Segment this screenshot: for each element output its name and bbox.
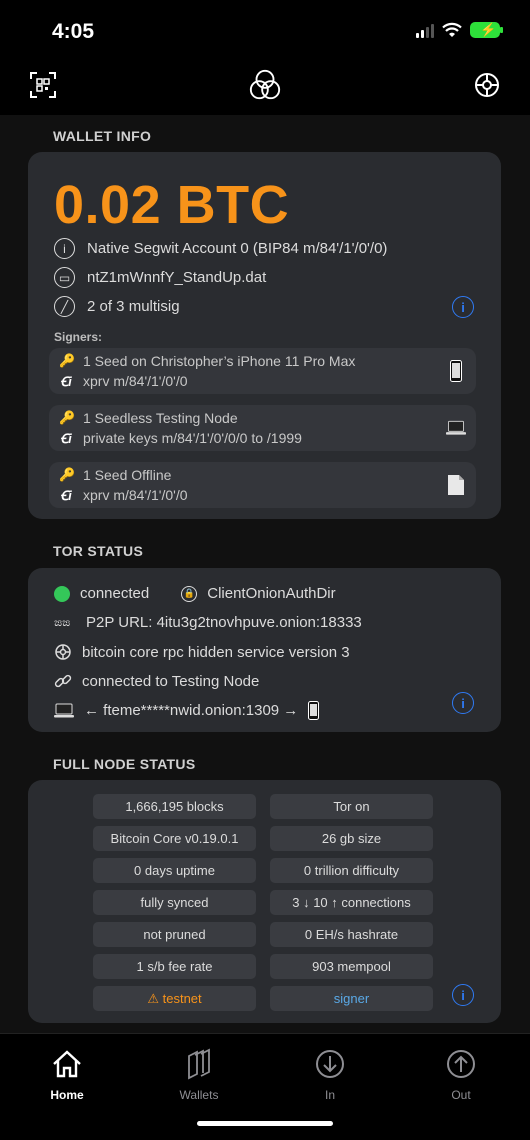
signer-detail: xprv m/84'/1'/0'/0 bbox=[83, 373, 188, 389]
p2p-url-row: ಙಙ P2P URL: 4itu3g2tnovhpuve.onion:18333 bbox=[54, 614, 362, 631]
key-icon: 🔑 bbox=[59, 467, 76, 482]
wallets-icon bbox=[159, 1046, 239, 1082]
tab-wallets[interactable]: Wallets bbox=[159, 1046, 239, 1102]
signal-icon bbox=[416, 22, 434, 38]
signature-icon: Ꞓi bbox=[60, 374, 72, 389]
tab-in[interactable]: In bbox=[290, 1046, 370, 1102]
tor-info-button[interactable]: i bbox=[452, 692, 474, 714]
account-label: Native Segwit Account 0 (BIP84 m/84'/1'/… bbox=[87, 240, 388, 257]
phone-icon bbox=[446, 359, 466, 383]
peers-icon: ಙಙ bbox=[54, 615, 71, 629]
connected-status-icon bbox=[54, 585, 70, 602]
tab-out[interactable]: Out bbox=[421, 1046, 501, 1102]
tab-label: Wallets bbox=[179, 1088, 219, 1102]
signer-detail: private keys m/84'/1'/0'/0/0 to /1999 bbox=[83, 430, 302, 446]
signature-icon: Ꞓi bbox=[60, 431, 72, 446]
top-nav bbox=[0, 60, 530, 115]
document-icon bbox=[446, 473, 466, 497]
node-stat-pill: 1 s/b fee rate bbox=[93, 954, 256, 979]
wifi-icon bbox=[442, 22, 462, 37]
tab-label: Home bbox=[50, 1088, 84, 1102]
connected-node-row: connected to Testing Node bbox=[54, 672, 259, 690]
connected-to: connected to Testing Node bbox=[82, 672, 260, 690]
p2p-url: P2P URL: 4itu3g2tnovhpuve.onion:18333 bbox=[86, 614, 362, 631]
qr-scan-icon[interactable] bbox=[26, 68, 60, 102]
app-logo-icon bbox=[248, 68, 282, 102]
full-node-status-card: i 1,666,195 blocks Bitcoin Core v0.19.0.1… bbox=[28, 780, 501, 1023]
tor-status-card: connected 🔒 ClientOnionAuthDir ಙಙ P2P UR… bbox=[28, 568, 501, 732]
signers-label: Signers: bbox=[54, 330, 103, 344]
folder-icon: ▭ bbox=[54, 267, 75, 288]
node-stat-pill: Bitcoin Core v0.19.0.1 bbox=[93, 826, 256, 851]
tab-home[interactable]: Home bbox=[27, 1046, 107, 1102]
node-stat-pill: 0 days uptime bbox=[93, 858, 256, 883]
tor-status-title: TOR STATUS bbox=[53, 543, 144, 559]
node-stat-pill: 0 trillion difficulty bbox=[270, 858, 433, 883]
node-stat-pill: 26 gb size bbox=[270, 826, 433, 851]
arrow-down-circle-icon bbox=[290, 1046, 370, 1082]
rpc-service: bitcoin core rpc hidden service version … bbox=[82, 643, 350, 661]
rpc-service-row: bitcoin core rpc hidden service version … bbox=[54, 643, 350, 661]
node-stat-pill: fully synced bbox=[93, 890, 256, 915]
tor-connection-row: connected 🔒 ClientOnionAuthDir bbox=[54, 585, 336, 602]
gear-icon bbox=[55, 644, 71, 660]
key-icon: 🔑 bbox=[59, 353, 76, 368]
laptop-icon bbox=[54, 703, 74, 718]
key-icon: 🔑 bbox=[59, 410, 76, 425]
home-indicator bbox=[197, 1121, 333, 1126]
multisig-label: 2 of 3 multisig bbox=[87, 298, 180, 315]
laptop-icon bbox=[446, 416, 466, 440]
multisig-row: ╱ 2 of 3 multisig bbox=[54, 296, 180, 317]
node-stat-pill: not pruned bbox=[93, 922, 256, 947]
wallet-info-card: 0.02 BTC i Native Segwit Account 0 (BIP8… bbox=[28, 152, 501, 519]
signer-item[interactable]: 🔑 1 Seed Offline Ꞓi xprv m/84'/1'/0'/0 bbox=[49, 462, 476, 508]
tab-label: Out bbox=[451, 1088, 471, 1102]
signer-title: 1 Seed Offline bbox=[83, 467, 172, 483]
slash-circle-icon: ╱ bbox=[54, 296, 75, 317]
onion-route: ← fteme*****nwid.onion:1309 → bbox=[84, 702, 299, 719]
lock-icon: 🔒 bbox=[181, 585, 198, 602]
info-icon: i bbox=[54, 238, 75, 259]
phone-icon bbox=[308, 701, 320, 720]
node-stat-pill: 3 ↓ 10 ↑ connections bbox=[270, 890, 433, 915]
wallet-filename: ntZ1mWnnfY_StandUp.dat bbox=[87, 269, 267, 286]
signer-item[interactable]: 🔑 1 Seedless Testing Node Ꞓi private keys … bbox=[49, 405, 476, 451]
tor-auth-dir: ClientOnionAuthDir bbox=[207, 585, 336, 602]
signer-title: 1 Seedless Testing Node bbox=[83, 410, 238, 426]
node-stat-pill: signer bbox=[270, 986, 433, 1011]
signature-icon: Ꞓi bbox=[60, 488, 72, 503]
battery-icon: ⚡ bbox=[470, 22, 503, 38]
filename-row: ▭ ntZ1mWnnfY_StandUp.dat bbox=[54, 267, 266, 288]
node-stat-pill: 1,666,195 blocks bbox=[93, 794, 256, 819]
node-stat-pill: 903 mempool bbox=[270, 954, 433, 979]
home-icon bbox=[27, 1046, 107, 1082]
wallet-info-button[interactable]: i bbox=[452, 296, 474, 318]
status-time: 4:05 bbox=[52, 20, 95, 43]
account-row: i Native Segwit Account 0 (BIP84 m/84'/1… bbox=[54, 238, 387, 259]
tab-label: In bbox=[324, 1088, 335, 1102]
status-bar: 4:05 ⚡ bbox=[0, 0, 530, 60]
settings-gear-icon[interactable] bbox=[470, 68, 504, 102]
status-icons: ⚡ bbox=[416, 22, 503, 38]
wallet-info-title: WALLET INFO bbox=[53, 128, 152, 144]
node-stat-pill: ⚠ testnet bbox=[93, 986, 256, 1011]
node-stat-pill: 0 EH/s hashrate bbox=[270, 922, 433, 947]
link-icon bbox=[54, 674, 72, 688]
signer-item[interactable]: 🔑 1 Seed on Christopher’s iPhone 11 Pro M… bbox=[49, 348, 476, 394]
tab-bar: Home Wallets In Out bbox=[0, 1033, 530, 1140]
route-row: ← fteme*****nwid.onion:1309 → bbox=[54, 701, 320, 720]
node-info-button[interactable]: i bbox=[452, 984, 474, 1006]
full-node-status-title: FULL NODE STATUS bbox=[53, 756, 196, 772]
signer-detail: xprv m/84'/1'/0'/0 bbox=[83, 487, 188, 503]
wallet-balance: 0.02 BTC bbox=[54, 175, 290, 235]
main-content: WALLET INFO 0.02 BTC i Native Segwit Acc… bbox=[0, 115, 530, 1033]
node-stat-pill: Tor on bbox=[270, 794, 433, 819]
arrow-up-circle-icon bbox=[421, 1046, 501, 1082]
signer-title: 1 Seed on Christopher’s iPhone 11 Pro Ma… bbox=[83, 353, 356, 369]
tor-connection: connected bbox=[80, 585, 150, 602]
